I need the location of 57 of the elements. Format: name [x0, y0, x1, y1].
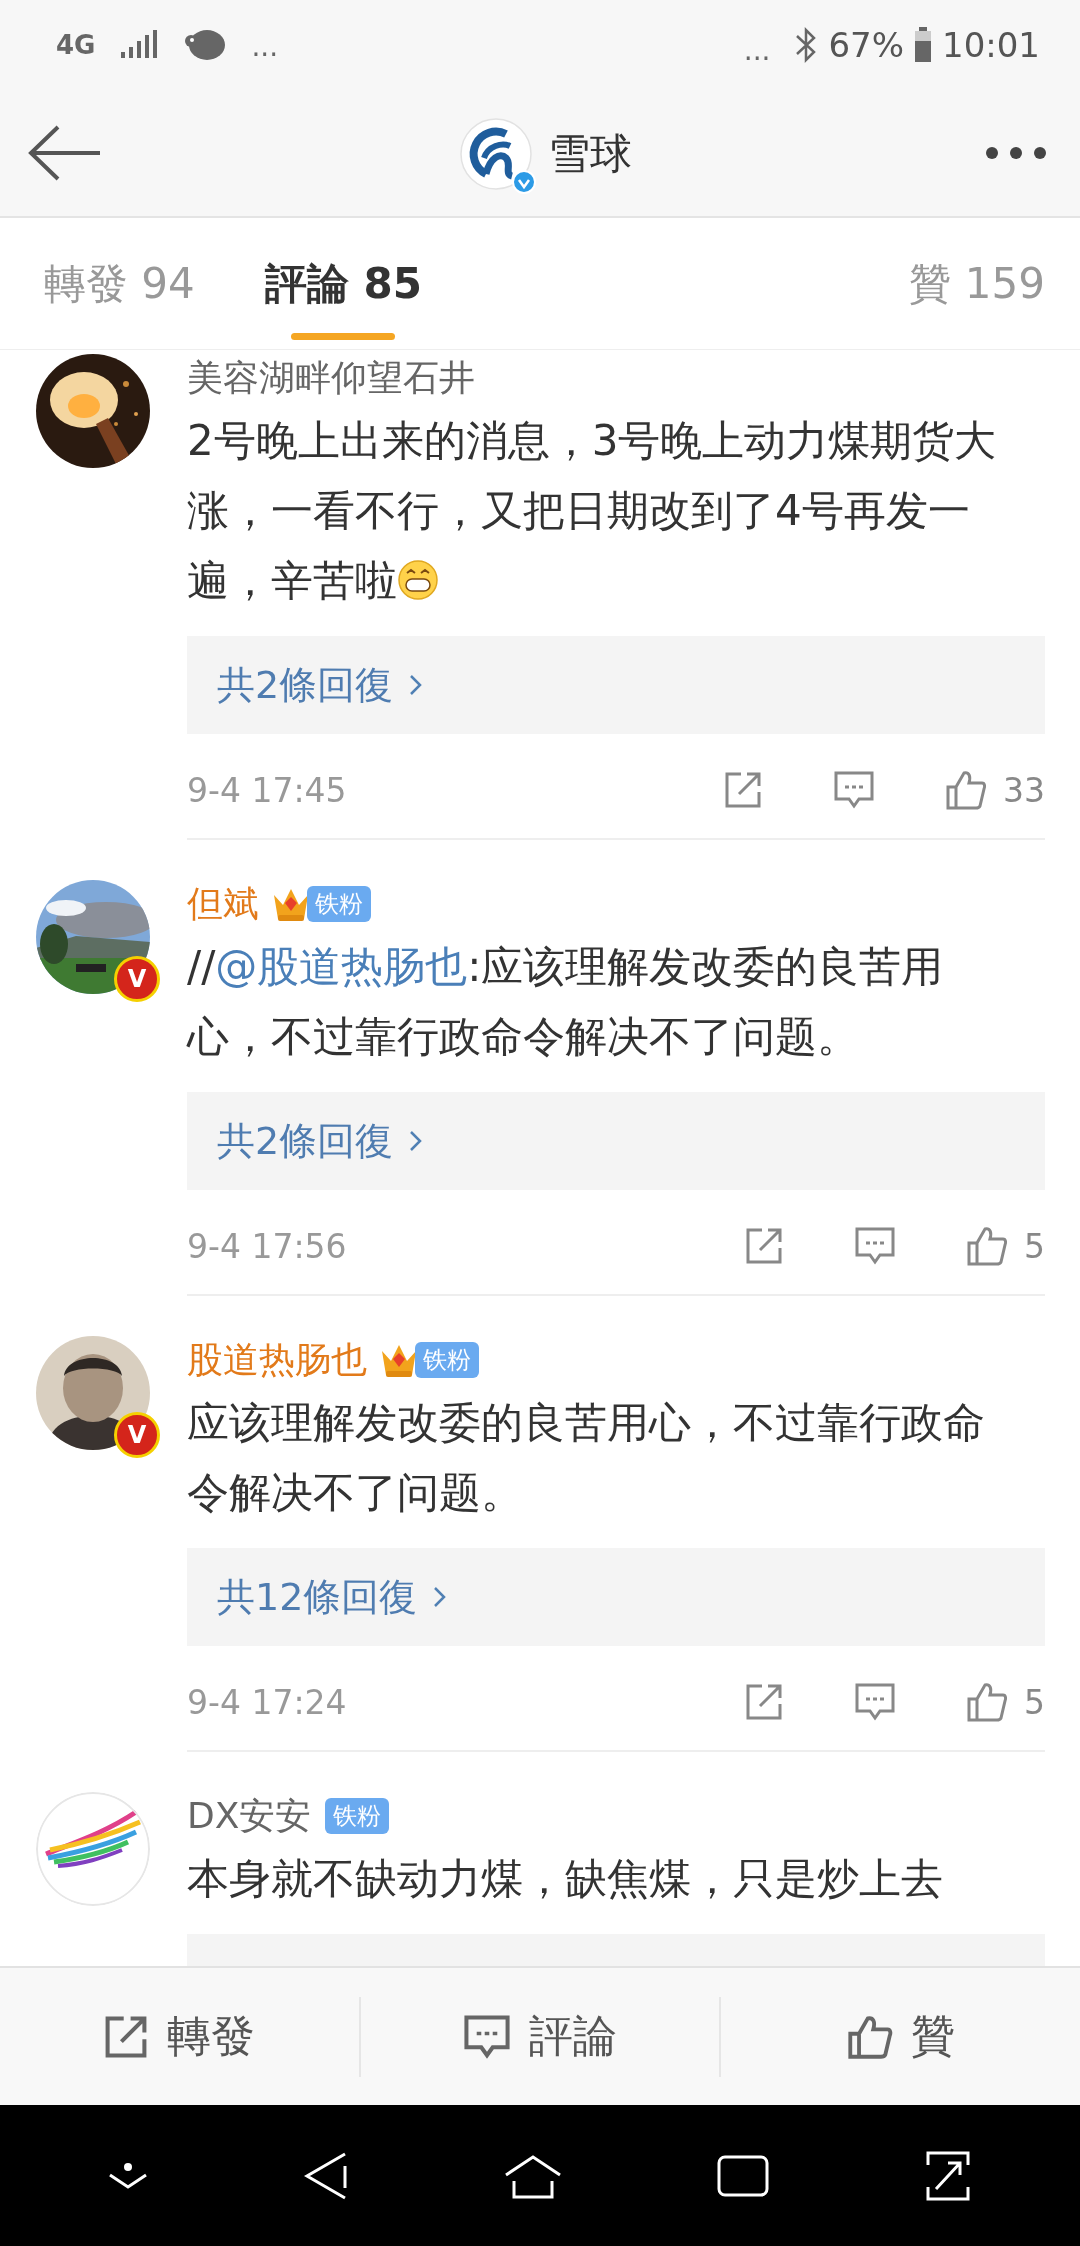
comment-time: 9-4 17:56 — [187, 1226, 348, 1266]
verified-badge: V — [114, 956, 160, 1002]
comment-icon[interactable] — [854, 1226, 896, 1266]
chevron-down-icon[interactable] — [107, 2160, 148, 2191]
more-notifications-indicator: ··· — [743, 41, 771, 75]
comment-text: 2号晚上出来的消息，3号晚上动力煤期货大涨，一看不行，又把日期改到了4号再发一遍，辛苦啦 — [187, 415, 998, 607]
fan-badge: 铁粉 — [307, 886, 371, 922]
grin-emoji-icon — [397, 559, 439, 601]
network-indicator: 4G — [56, 30, 96, 60]
author-name[interactable]: 美容湖畔仰望石井 — [187, 353, 475, 403]
tab[interactable]: 轉發 94 — [44, 221, 195, 346]
recent-apps-icon[interactable] — [717, 2154, 770, 2197]
thumbs-up-icon — [846, 2013, 893, 2060]
comment-time: 9-4 17:45 — [187, 770, 348, 810]
more-notifications-indicator: ··· — [251, 37, 279, 71]
like-count: 5 — [1024, 1682, 1045, 1722]
replies-link[interactable]: 共2條回復 — [187, 1092, 1045, 1190]
thumbs-up-icon[interactable] — [966, 1225, 1008, 1267]
logo-icon — [460, 118, 532, 190]
signal-icon — [119, 30, 160, 60]
share-icon[interactable] — [744, 1682, 784, 1722]
bird-icon — [183, 27, 228, 63]
share-icon[interactable] — [723, 770, 763, 810]
action-button[interactable]: 轉發 — [0, 1996, 361, 2077]
battery-percent: 67% — [828, 25, 904, 65]
verified-badge: V — [114, 1412, 160, 1458]
author-name[interactable]: 但斌 — [187, 879, 259, 929]
tab[interactable]: 贊 159 — [909, 221, 1045, 346]
comment-time: 9-4 17:24 — [187, 1682, 348, 1722]
comment-text: //@股道热肠也:应该理解发改委的良苦用心，不过靠行政命令解决不了问题。 — [187, 941, 945, 1063]
comment-icon — [463, 2013, 511, 2060]
back-icon[interactable] — [302, 2151, 349, 2200]
like-count: 5 — [1024, 1226, 1045, 1266]
comment-icon[interactable] — [854, 1682, 896, 1722]
back-arrow-icon[interactable] — [28, 125, 102, 181]
clock-time: 10:01 — [942, 25, 1040, 65]
like-count: 33 — [1003, 770, 1045, 810]
replies-link[interactable]: 共12條回復 — [187, 1548, 1045, 1646]
comment-text: 应该理解发改委的良苦用心，不过靠行政命令解决不了问题。 — [187, 1397, 986, 1519]
tab[interactable]: 評論 85 — [264, 221, 422, 346]
mention-link[interactable]: @股道热肠也 — [215, 942, 468, 991]
comment-text: 本身就不缺动力煤，缺焦煤，只是炒上去 — [187, 1853, 944, 1905]
author-name[interactable]: 股道热肠也 — [187, 1335, 367, 1385]
thumbs-up-icon[interactable] — [966, 1681, 1008, 1723]
thumbs-up-icon[interactable] — [945, 769, 987, 811]
more-icon[interactable] — [984, 145, 1048, 161]
fan-badge: 铁粉 — [325, 1798, 390, 1834]
share-icon[interactable] — [744, 1226, 784, 1266]
battery-icon — [914, 27, 932, 63]
action-button[interactable]: 評論 — [360, 1996, 722, 2077]
fan-badge: 铁粉 — [415, 1342, 479, 1378]
verified-icon — [512, 170, 536, 194]
page-title: 雪球 — [548, 128, 632, 180]
author-name[interactable]: DX安安 — [187, 1791, 312, 1841]
action-button[interactable]: 贊 — [721, 1996, 1080, 2077]
comment-icon[interactable] — [833, 770, 875, 810]
replies-link[interactable]: 共2條回復 — [187, 636, 1045, 734]
